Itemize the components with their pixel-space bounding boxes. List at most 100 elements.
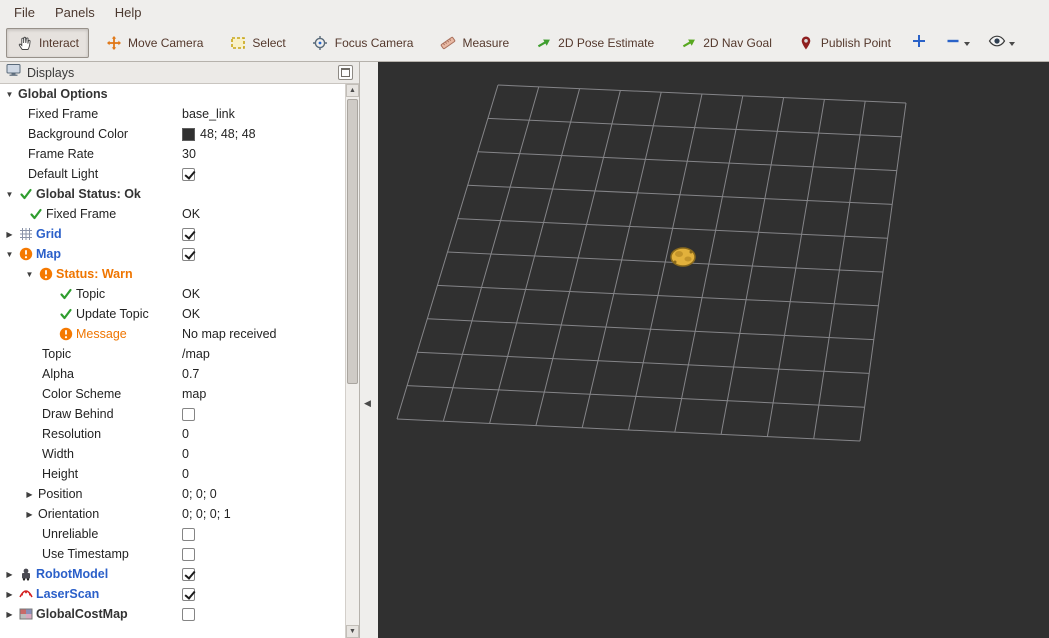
scroll-down-arrow-icon[interactable]: ▼ [346,625,359,638]
property-label: Grid [36,227,62,241]
checkbox[interactable] [182,527,195,541]
collapse-arrow-icon[interactable]: ▼ [4,89,15,100]
tree-row[interactable]: Topic/map [0,344,345,364]
tree-row[interactable]: Alpha 0.7 [0,364,345,384]
tree-row[interactable]: ▶ LaserScan [0,584,345,604]
checkbox[interactable] [182,567,195,581]
check-icon [28,207,43,222]
property-value[interactable]: map [182,387,206,401]
tree-row-left: ▶ Orientation [24,507,99,521]
tree-row[interactable]: ▶ GlobalCostMap [0,604,345,624]
tool-focus-camera[interactable]: Focus Camera [302,28,424,58]
remove-tool-button[interactable] [941,29,974,56]
property-value[interactable]: 30 [182,147,196,161]
checkbox[interactable] [182,247,195,261]
collapse-arrow-icon[interactable]: ▼ [4,189,15,200]
checkbox[interactable] [182,607,195,621]
tool-select[interactable]: Select [219,28,295,58]
tree-row[interactable]: Message No map received [0,324,345,344]
tree-row-left: Width [42,447,74,461]
tree-row[interactable]: Draw Behind [0,404,345,424]
tool-publish-point[interactable]: Publish Point [788,28,901,58]
scroll-up-arrow-icon[interactable]: ▲ [346,84,359,97]
menu-help[interactable]: Help [105,2,152,23]
tree-row[interactable]: Height 0 [0,464,345,484]
tree-row[interactable]: Fixed Frame base_link [0,104,345,124]
checkbox[interactable] [182,407,195,421]
checkbox[interactable] [182,547,195,561]
checkbox[interactable] [182,167,195,181]
expand-arrow-icon[interactable]: ▶ [4,229,15,240]
tree-row[interactable]: Color Scheme map [0,384,345,404]
grid-svg [396,84,907,442]
expand-arrow-icon[interactable]: ▶ [4,569,15,580]
tool-2d-nav-goal[interactable]: 2D Nav Goal [670,28,782,58]
property-value[interactable]: /map [182,347,210,361]
property-value[interactable]: 0 [182,427,189,441]
tree-row[interactable]: ▶ Grid [0,224,345,244]
tree-row[interactable]: ▼ Map [0,244,345,264]
property-value[interactable]: 0 [182,447,189,461]
collapse-arrow-icon[interactable]: ▼ [24,269,35,280]
tree-row[interactable]: Update Topic OK [0,304,345,324]
property-value[interactable]: 0; 0; 0; 1 [182,507,231,521]
scrollbar-thumb[interactable] [347,99,358,384]
panel-splitter[interactable]: ◀ [361,62,378,638]
expand-arrow-icon[interactable]: ▶ [4,589,15,600]
menu-panels[interactable]: Panels [45,2,105,23]
property-value[interactable]: 0; 0; 0 [182,487,217,501]
add-tool-button[interactable] [907,29,931,56]
tree-row[interactable]: Unreliable [0,524,345,544]
collapse-arrow-icon[interactable]: ▼ [4,249,15,260]
property-label: Height [42,467,79,481]
tree-row[interactable]: Frame Rate 30 [0,144,345,164]
checkbox[interactable] [182,587,195,601]
chevron-down-icon [1008,42,1015,46]
expand-arrow-icon[interactable]: ▶ [24,489,35,500]
property-label: Update Topic [76,307,149,321]
render-viewport[interactable] [378,62,1049,638]
tree-row[interactable]: ▼ Global Options [0,84,345,104]
tree-row[interactable]: ▼ Status: Warn [0,264,345,284]
expand-arrow-icon[interactable]: ▶ [4,609,15,620]
tool-move-camera[interactable]: Move Camera [95,28,213,58]
displays-panel-header[interactable]: Displays [0,62,359,84]
property-value[interactable]: OK [182,207,200,221]
property-value[interactable]: 0 [182,467,189,481]
property-value[interactable]: No map received [182,327,277,341]
check-icon [58,307,73,322]
color-swatch[interactable] [182,127,195,141]
menu-file[interactable]: File [4,2,45,23]
tree-row[interactable]: ▶ RobotModel [0,564,345,584]
collapse-panel-icon[interactable]: ◀ [364,398,371,409]
property-value[interactable]: 0.7 [182,367,199,381]
tree-row[interactable]: Fixed Frame OK [0,204,345,224]
property-value[interactable]: OK [182,307,200,321]
tree-row-left: Message [58,327,127,342]
tool-label: Interact [39,35,80,50]
tree-row[interactable]: Default Light [0,164,345,184]
minus-icon [945,33,961,52]
tree-row[interactable]: Use Timestamp [0,544,345,564]
tree-row[interactable]: ▶ Orientation 0; 0; 0; 1 [0,504,345,524]
interact-icon [16,35,33,51]
float-panel-button[interactable] [338,65,353,80]
tool-2d-pose-estimate[interactable]: 2D Pose Estimate [525,28,664,58]
property-value[interactable]: base_link [182,107,235,121]
property-label: Frame Rate [28,147,94,161]
warn-icon [18,247,33,262]
property-value[interactable]: OK [182,287,200,301]
tool-visibility-button[interactable] [984,29,1019,56]
tool-interact[interactable]: Interact [6,27,90,58]
tree-row[interactable]: Resolution 0 [0,424,345,444]
expand-arrow-icon[interactable]: ▶ [24,509,35,520]
checkbox[interactable] [182,227,195,241]
publish-point-icon [798,35,815,51]
tree-row[interactable]: ▶ Position 0; 0; 0 [0,484,345,504]
tool-measure[interactable]: Measure [429,28,519,58]
tree-row[interactable]: Width 0 [0,444,345,464]
tree-row[interactable]: ▼ Global Status: Ok [0,184,345,204]
tree-scrollbar[interactable]: ▲ ▼ [345,84,359,638]
tree-row[interactable]: Topic OK [0,284,345,304]
tree-row[interactable]: Background Color 48; 48; 48 [0,124,345,144]
